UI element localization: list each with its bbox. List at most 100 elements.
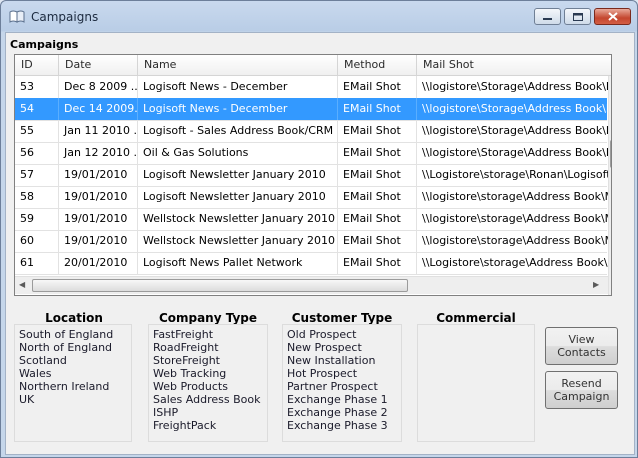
list-item[interactable]: North of England <box>19 341 112 354</box>
list-item[interactable]: ISHP <box>153 406 178 419</box>
vertical-scroll-thumb[interactable] <box>610 140 611 168</box>
cell-date: 19/01/2010 <box>59 186 138 208</box>
app-icon <box>9 10 25 23</box>
title-bar[interactable]: Campaigns <box>1 1 637 31</box>
cell-mail-shot: \\logistore\storage\Address Book\Mail <box>417 230 611 252</box>
customer-type-title: Customer Type <box>291 311 393 325</box>
cell-date: Dec 14 2009... <box>59 98 138 120</box>
list-item[interactable]: Hot Prospect <box>287 367 357 380</box>
scroll-right-icon[interactable]: ▶ <box>593 280 599 289</box>
cell-name: Logisoft News - December <box>138 76 338 98</box>
cell-date: Jan 11 2010 ... <box>59 120 138 142</box>
list-item[interactable]: RoadFreight <box>153 341 219 354</box>
cell-date: 20/01/2010 <box>59 252 138 274</box>
minimize-button[interactable] <box>534 8 561 25</box>
cell-mail-shot: \\Logistore\storage\Ronan\Logisoft Ne <box>417 164 611 186</box>
list-item[interactable]: New Prospect <box>287 341 362 354</box>
horizontal-scrollbar[interactable]: ◀ ▶ <box>15 276 608 294</box>
column-header-date[interactable]: Date <box>59 55 138 75</box>
view-contacts-button[interactable]: View Contacts <box>545 327 618 365</box>
maximize-icon <box>572 12 583 21</box>
table-row[interactable]: 59 19/01/2010 Wellstock Newsletter January… <box>15 208 611 231</box>
campaigns-section-title: Campaigns <box>10 38 79 51</box>
cell-id: 56 <box>15 142 59 164</box>
list-item[interactable]: Northern Ireland <box>19 380 109 393</box>
cell-name: Logisoft News - December <box>138 98 338 120</box>
list-item[interactable]: FastFreight <box>153 328 213 341</box>
table-row[interactable]: 61 20/01/2010 Logisoft News Pallet Network… <box>15 252 611 275</box>
cell-mail-shot: \\logistore\Storage\Address Book\Mail <box>417 120 611 142</box>
column-header-id[interactable]: ID <box>15 55 59 75</box>
cell-date: Dec 8 2009 ... <box>59 76 138 98</box>
cell-method: EMail Shot <box>338 164 417 186</box>
maximize-button[interactable] <box>564 8 591 25</box>
cell-date: Jan 12 2010 ... <box>59 142 138 164</box>
list-item[interactable]: StoreFreight <box>153 354 220 367</box>
cell-method: EMail Shot <box>338 252 417 274</box>
cell-method: EMail Shot <box>338 142 417 164</box>
table-row[interactable]: 53 Dec 8 2009 ... Logisoft News - December… <box>15 76 611 99</box>
table-row[interactable]: 56 Jan 12 2010 ... Oil & Gas Solutions EMai… <box>15 142 611 165</box>
cell-mail-shot: \\Logistore\storage\Address Book\MailS <box>417 252 611 274</box>
list-item[interactable]: New Installation <box>287 354 375 367</box>
cell-method: EMail Shot <box>338 76 417 98</box>
table-row[interactable]: 58 19/01/2010 Logisoft Newsletter January … <box>15 186 611 209</box>
company-type-title: Company Type <box>158 311 258 325</box>
window-title: Campaigns <box>31 10 99 24</box>
list-item[interactable]: Web Tracking <box>153 367 226 380</box>
cell-id: 59 <box>15 208 59 230</box>
list-item[interactable]: Wales <box>19 367 51 380</box>
location-title: Location <box>45 311 103 325</box>
grid-header: ID Date Name Method Mail Shot <box>15 55 611 76</box>
cell-mail-shot: \\logistore\Storage\Address Book\Mail <box>417 142 611 164</box>
cell-method: EMail Shot <box>338 186 417 208</box>
cell-method: EMail Shot <box>338 120 417 142</box>
location-listbox[interactable]: South of England North of England Scotland… <box>14 324 132 442</box>
cell-id: 53 <box>15 76 59 98</box>
table-row[interactable]: 54 Dec 14 2009... Logisoft News - December… <box>15 98 611 121</box>
list-item[interactable]: Old Prospect <box>287 328 357 341</box>
column-header-mail-shot[interactable]: Mail Shot <box>417 55 611 75</box>
column-header-method[interactable]: Method <box>338 55 417 75</box>
cell-name: Logisoft Newsletter January 2010 <box>138 164 338 186</box>
cell-method: EMail Shot <box>338 208 417 230</box>
list-item[interactable]: Scotland <box>19 354 67 367</box>
commercial-listbox[interactable] <box>417 324 535 442</box>
table-row[interactable]: 57 19/01/2010 Logisoft Newsletter January … <box>15 164 611 187</box>
cell-name: Wellstock Newsletter January 2010 <box>138 208 338 230</box>
campaigns-grid[interactable]: ID Date Name Method Mail Shot 53 Dec 8 20… <box>14 54 612 296</box>
cell-id: 55 <box>15 120 59 142</box>
scroll-left-icon[interactable]: ◀ <box>19 280 25 289</box>
minimize-icon <box>543 17 552 20</box>
horizontal-scroll-thumb[interactable] <box>32 279 408 292</box>
list-item[interactable]: Exchange Phase 3 <box>287 419 388 432</box>
cell-name: Oil & Gas Solutions <box>138 142 338 164</box>
cell-mail-shot: \\logistore\storage\Address Book\Mail <box>417 208 611 230</box>
cell-id: 58 <box>15 186 59 208</box>
cell-date: 19/01/2010 <box>59 208 138 230</box>
list-item[interactable]: FreightPack <box>153 419 216 432</box>
vertical-scrollbar[interactable]: ▲ ▼ <box>608 76 611 295</box>
cell-name: Logisoft Newsletter January 2010 <box>138 186 338 208</box>
list-item[interactable]: UK <box>19 393 34 406</box>
column-header-name[interactable]: Name <box>138 55 338 75</box>
cell-id: 61 <box>15 252 59 274</box>
table-row[interactable]: 60 19/01/2010 Wellstock Newsletter January… <box>15 230 611 253</box>
cell-date: 19/01/2010 <box>59 164 138 186</box>
cell-mail-shot: \\logistore\Storage\Address Book\Mail <box>417 98 611 120</box>
table-row[interactable]: 55 Jan 11 2010 ... Logisoft - Sales Addres… <box>15 120 611 143</box>
customer-type-listbox[interactable]: Old Prospect New Prospect New Installation… <box>282 324 402 442</box>
list-item[interactable]: Sales Address Book <box>153 393 260 406</box>
list-item[interactable]: South of England <box>19 328 113 341</box>
cell-method: EMail Shot <box>338 230 417 252</box>
company-type-listbox[interactable]: FastFreight RoadFreight StoreFreight Web Tr… <box>148 324 268 442</box>
list-item[interactable]: Exchange Phase 2 <box>287 406 388 419</box>
commercial-title: Commercial <box>436 311 516 325</box>
list-item[interactable]: Exchange Phase 1 <box>287 393 388 406</box>
close-button[interactable] <box>594 8 631 25</box>
list-item[interactable]: Partner Prospect <box>287 380 378 393</box>
resend-campaign-button[interactable]: Resend Campaign <box>545 371 618 409</box>
cell-name: Wellstock Newsletter January 2010 <box>138 230 338 252</box>
cell-id: 54 <box>15 98 59 120</box>
list-item[interactable]: Web Products <box>153 380 228 393</box>
